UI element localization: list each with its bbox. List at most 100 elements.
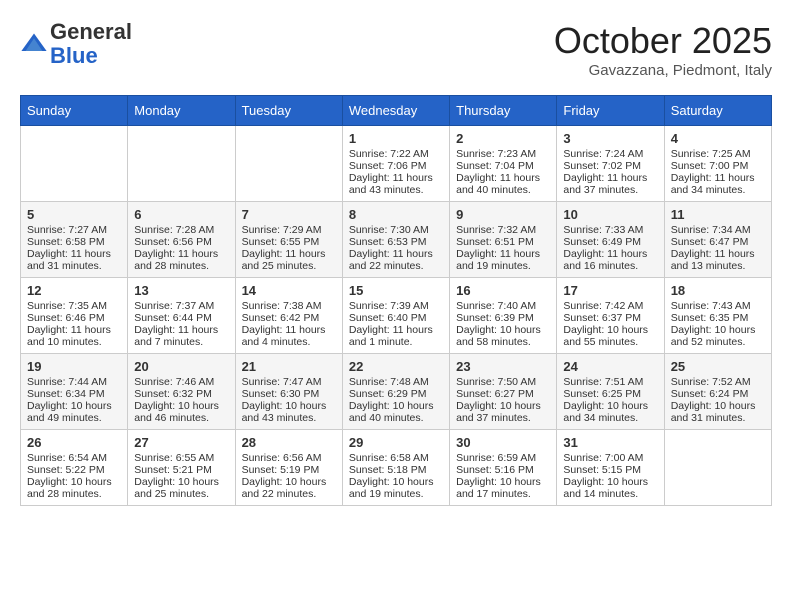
- page-header: General Blue October 2025 Gavazzana, Pie…: [20, 20, 772, 79]
- day-info: Sunrise: 7:43 AM: [671, 300, 765, 312]
- day-of-week-header: Monday: [128, 96, 235, 126]
- day-info: Sunrise: 7:44 AM: [27, 376, 121, 388]
- day-info: Daylight: 10 hours and 34 minutes.: [563, 400, 657, 424]
- day-number: 2: [456, 131, 550, 146]
- day-number: 30: [456, 435, 550, 450]
- day-number: 7: [242, 207, 336, 222]
- day-info: Sunset: 5:19 PM: [242, 464, 336, 476]
- day-info: Sunrise: 7:23 AM: [456, 148, 550, 160]
- day-info: Daylight: 11 hours and 10 minutes.: [27, 324, 121, 348]
- day-info: Sunset: 6:32 PM: [134, 388, 228, 400]
- day-info: Sunset: 6:56 PM: [134, 236, 228, 248]
- day-info: Sunrise: 7:24 AM: [563, 148, 657, 160]
- day-number: 19: [27, 359, 121, 374]
- day-info: Daylight: 11 hours and 1 minute.: [349, 324, 443, 348]
- day-info: Sunset: 7:02 PM: [563, 160, 657, 172]
- day-info: Sunrise: 7:39 AM: [349, 300, 443, 312]
- day-of-week-header: Tuesday: [235, 96, 342, 126]
- day-info: Daylight: 11 hours and 34 minutes.: [671, 172, 765, 196]
- day-number: 31: [563, 435, 657, 450]
- day-info: Daylight: 11 hours and 16 minutes.: [563, 248, 657, 272]
- day-info: Daylight: 11 hours and 37 minutes.: [563, 172, 657, 196]
- calendar-week-row: 19 Sunrise: 7:44 AMSunset: 6:34 PM Dayligh…: [21, 354, 772, 430]
- day-info: Sunset: 6:51 PM: [456, 236, 550, 248]
- calendar-cell: 1Sunrise: 7:22 AMSunset: 7:06 PMDaylight…: [342, 126, 449, 202]
- day-info: Daylight: 10 hours and 46 minutes.: [134, 400, 228, 424]
- calendar-cell: 31Sunrise: 7:00 AMSunset: 5:15 PMDayligh…: [557, 430, 664, 506]
- day-number: 25: [671, 359, 765, 374]
- day-info: Daylight: 10 hours and 55 minutes.: [563, 324, 657, 348]
- calendar-cell: 23Sunrise: 7:50 AMSunset: 6:27 PMDayligh…: [450, 354, 557, 430]
- day-info: Daylight: 10 hours and 31 minutes.: [671, 400, 765, 424]
- day-info: Sunset: 5:16 PM: [456, 464, 550, 476]
- day-info: Daylight: 11 hours and 40 minutes.: [456, 172, 550, 196]
- title-area: October 2025 Gavazzana, Piedmont, Italy: [554, 20, 772, 79]
- day-number: 5: [27, 207, 121, 222]
- day-info: Daylight: 11 hours and 25 minutes.: [242, 248, 336, 272]
- day-info: Sunrise: 7:46 AM: [134, 376, 228, 388]
- calendar-week-row: 12Sunrise: 7:35 AMSunset: 6:46 PMDayligh…: [21, 278, 772, 354]
- day-of-week-header: Sunday: [21, 96, 128, 126]
- calendar-cell: 13Sunrise: 7:37 AMSunset: 6:44 PMDayligh…: [128, 278, 235, 354]
- day-number: 6: [134, 207, 228, 222]
- day-info: Sunrise: 7:48 AM: [349, 376, 443, 388]
- day-number: 13: [134, 283, 228, 298]
- day-info: Sunset: 6:34 PM: [27, 388, 121, 400]
- calendar-week-row: 5Sunrise: 7:27 AMSunset: 6:58 PMDaylight…: [21, 202, 772, 278]
- day-number: 28: [242, 435, 336, 450]
- day-info: Sunset: 6:37 PM: [563, 312, 657, 324]
- calendar-cell: 18Sunrise: 7:43 AMSunset: 6:35 PMDayligh…: [664, 278, 771, 354]
- day-info: Sunrise: 7:37 AM: [134, 300, 228, 312]
- day-info: Daylight: 10 hours and 40 minutes.: [349, 400, 443, 424]
- day-info: Sunset: 6:42 PM: [242, 312, 336, 324]
- day-number: 9: [456, 207, 550, 222]
- day-info: Sunset: 6:53 PM: [349, 236, 443, 248]
- calendar-cell: 17Sunrise: 7:42 AMSunset: 6:37 PMDayligh…: [557, 278, 664, 354]
- day-info: Sunrise: 7:38 AM: [242, 300, 336, 312]
- calendar-cell: 15Sunrise: 7:39 AMSunset: 6:40 PMDayligh…: [342, 278, 449, 354]
- calendar-cell: 16Sunrise: 7:40 AMSunset: 6:39 PMDayligh…: [450, 278, 557, 354]
- calendar-cell: [664, 430, 771, 506]
- day-number: 22: [349, 359, 443, 374]
- calendar-header-row: SundayMondayTuesdayWednesdayThursdayFrid…: [21, 96, 772, 126]
- day-number: 26: [27, 435, 121, 450]
- calendar-cell: 9Sunrise: 7:32 AMSunset: 6:51 PMDaylight…: [450, 202, 557, 278]
- day-info: Sunrise: 7:29 AM: [242, 224, 336, 236]
- day-info: Sunrise: 7:25 AM: [671, 148, 765, 160]
- calendar-cell: 26Sunrise: 6:54 AMSunset: 5:22 PMDayligh…: [21, 430, 128, 506]
- calendar-week-row: 1Sunrise: 7:22 AMSunset: 7:06 PMDaylight…: [21, 126, 772, 202]
- calendar-cell: 6Sunrise: 7:28 AMSunset: 6:56 PMDaylight…: [128, 202, 235, 278]
- day-info: Sunrise: 7:22 AM: [349, 148, 443, 160]
- calendar-cell: 14 Sunrise: 7:38 AMSunset: 6:42 PMDayligh…: [235, 278, 342, 354]
- calendar-cell: 21Sunrise: 7:47 AMSunset: 6:30 PMDayligh…: [235, 354, 342, 430]
- calendar-cell: [21, 126, 128, 202]
- day-info: Daylight: 11 hours and 43 minutes.: [349, 172, 443, 196]
- day-info: Daylight: 10 hours and 19 minutes.: [349, 476, 443, 500]
- day-info: Daylight: 11 hours and 28 minutes.: [134, 248, 228, 272]
- calendar-cell: 7 Sunrise: 7:29 AMSunset: 6:55 PMDaylight…: [235, 202, 342, 278]
- day-info: Sunset: 6:46 PM: [27, 312, 121, 324]
- day-number: 1: [349, 131, 443, 146]
- day-info: Daylight: 10 hours and 58 minutes.: [456, 324, 550, 348]
- day-number: 14: [242, 283, 336, 298]
- day-info: Sunset: 6:25 PM: [563, 388, 657, 400]
- day-info: Daylight: 10 hours and 28 minutes.: [27, 476, 121, 500]
- month-title: October 2025: [554, 20, 772, 62]
- day-of-week-header: Saturday: [664, 96, 771, 126]
- day-info: Daylight: 10 hours and 43 minutes.: [242, 400, 336, 424]
- day-number: 3: [563, 131, 657, 146]
- day-info: Sunset: 6:24 PM: [671, 388, 765, 400]
- day-info: Sunrise: 7:50 AM: [456, 376, 550, 388]
- day-of-week-header: Friday: [557, 96, 664, 126]
- day-info: Sunset: 6:44 PM: [134, 312, 228, 324]
- day-number: 12: [27, 283, 121, 298]
- day-info: Sunset: 7:00 PM: [671, 160, 765, 172]
- calendar-cell: 22Sunrise: 7:48 AMSunset: 6:29 PMDayligh…: [342, 354, 449, 430]
- day-info: Daylight: 11 hours and 4 minutes.: [242, 324, 336, 348]
- logo-general-text: General: [50, 19, 132, 44]
- calendar-cell: 11Sunrise: 7:34 AMSunset: 6:47 PMDayligh…: [664, 202, 771, 278]
- day-info: Sunrise: 7:40 AM: [456, 300, 550, 312]
- day-info: Sunset: 6:55 PM: [242, 236, 336, 248]
- calendar-cell: [235, 126, 342, 202]
- calendar-cell: 25Sunrise: 7:52 AMSunset: 6:24 PMDayligh…: [664, 354, 771, 430]
